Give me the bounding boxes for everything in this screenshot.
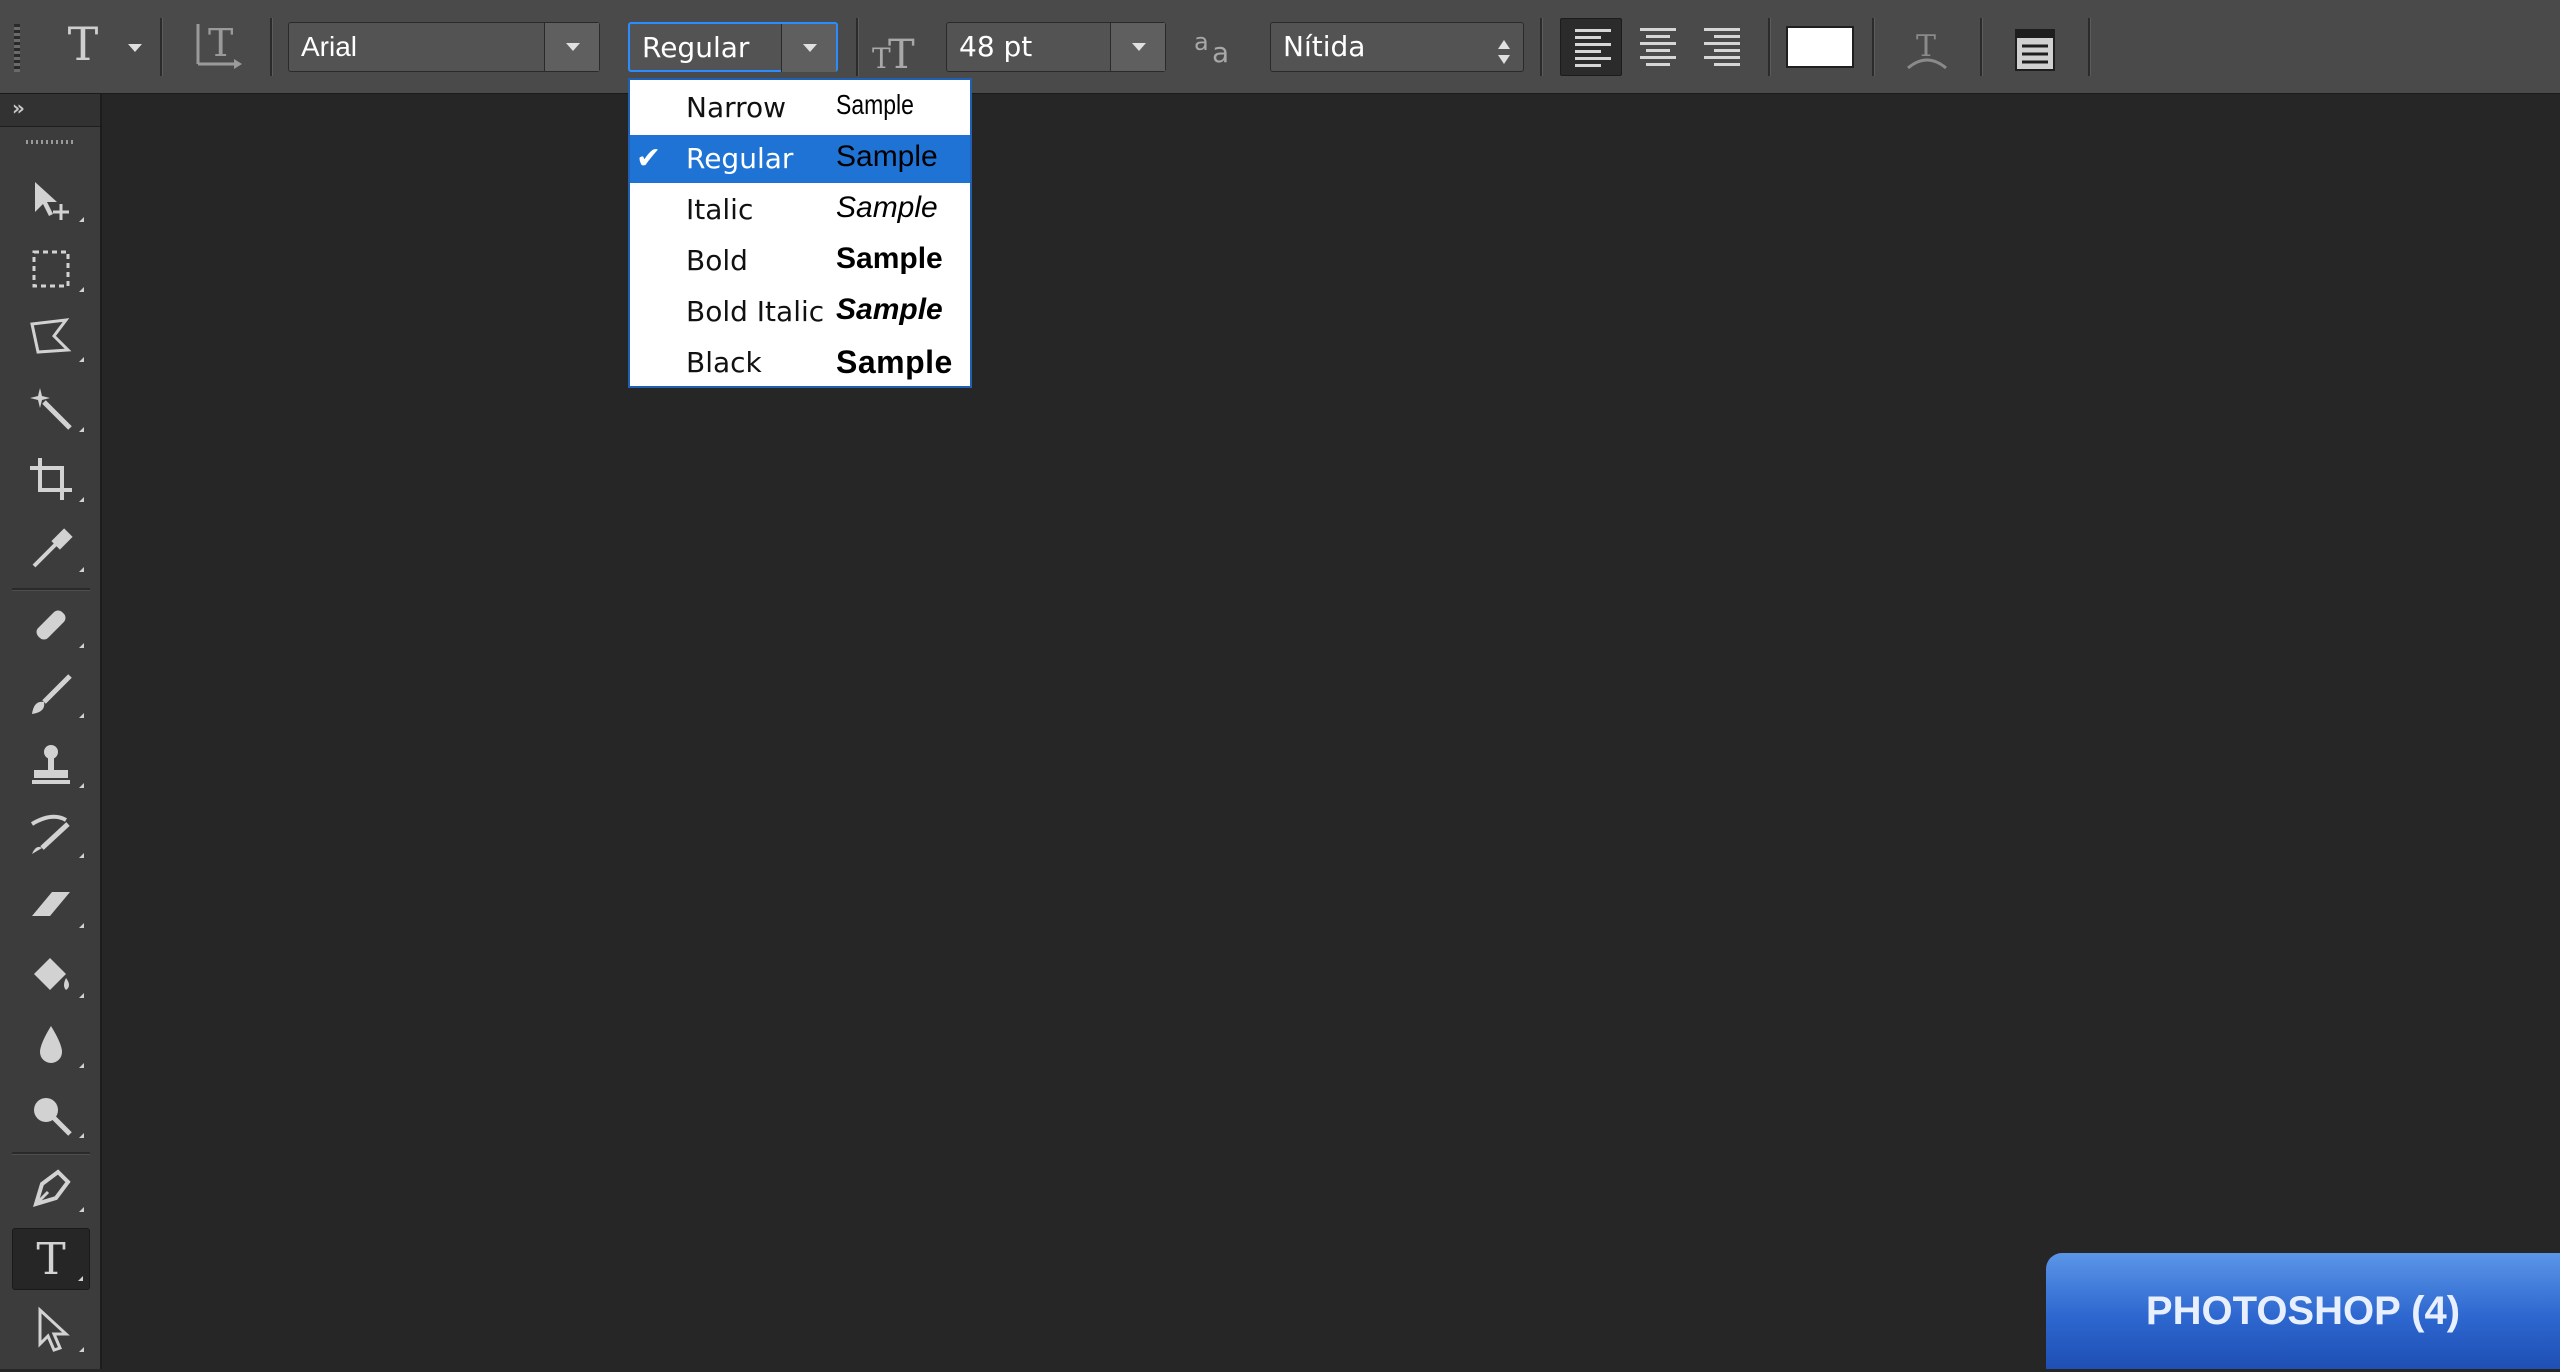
menu-item-sample: Sample [836, 242, 943, 275]
antialias-select[interactable]: Nítida [1270, 22, 1524, 72]
dodge-tool-icon[interactable] [12, 1084, 90, 1146]
brush-tool-icon[interactable] [12, 664, 90, 726]
separator [1540, 18, 1543, 76]
separator [2088, 18, 2091, 76]
history-brush-tool-icon[interactable] [12, 804, 90, 866]
path-selection-tool-icon[interactable] [12, 1298, 90, 1360]
menu-item-sample: Sample [836, 140, 938, 173]
pen-tool-icon[interactable] [12, 1158, 90, 1220]
title-badge: PHOTOSHOP (4) [2046, 1253, 2560, 1369]
svg-text:a: a [1194, 28, 1209, 56]
type-tool-icon[interactable]: T [58, 14, 108, 74]
font-style-menu: Narrow Sample ✔ Regular Sample Italic Sa… [628, 78, 972, 388]
menu-item-sample: Sample [836, 344, 953, 380]
separator [1980, 18, 1983, 76]
eyedropper-tool-icon[interactable] [12, 518, 90, 580]
chevron-down-icon[interactable] [781, 24, 836, 72]
separator [12, 1152, 90, 1155]
chevron-down-icon[interactable] [1110, 23, 1165, 71]
menu-item-bold[interactable]: Bold Sample [630, 237, 970, 285]
lasso-tool-icon[interactable] [12, 308, 90, 370]
tool-preset-chevron-down-icon[interactable] [128, 44, 142, 52]
menu-item-sample: Sample [836, 293, 943, 326]
menu-item-label: Italic [686, 193, 754, 226]
menu-item-label: Regular [686, 142, 794, 175]
warp-text-icon[interactable]: T [1900, 22, 1954, 76]
title-badge-text: PHOTOSHOP (4) [2145, 1289, 2461, 1333]
text-color-swatch[interactable] [1786, 26, 1854, 68]
character-panel-icon[interactable] [2010, 24, 2060, 74]
separator [160, 18, 163, 76]
menu-item-bold-italic[interactable]: Bold Italic Sample [630, 288, 970, 336]
clone-stamp-tool-icon[interactable] [12, 734, 90, 796]
menu-item-sample: Sample [836, 89, 914, 120]
chevron-down-icon[interactable] [544, 23, 599, 71]
move-tool-icon[interactable] [12, 168, 90, 230]
font-family-select[interactable]: Arial [288, 22, 600, 72]
up-down-arrows-icon [1497, 33, 1511, 64]
align-center-button[interactable] [1626, 18, 1688, 76]
align-right-button[interactable] [1690, 18, 1752, 76]
menu-item-label: Narrow [686, 91, 787, 124]
font-size-select[interactable]: 48 pt [946, 22, 1166, 72]
menu-item-black[interactable]: Black Sample [630, 339, 970, 387]
separator [856, 18, 859, 76]
type-tool-icon[interactable]: T [12, 1228, 90, 1290]
separator [12, 588, 90, 591]
antialias-icon: a a [1192, 24, 1242, 70]
alignment-group [1560, 18, 1756, 76]
eraser-tool-icon[interactable] [12, 874, 90, 936]
separator [1872, 18, 1875, 76]
menu-item-label: Bold [686, 244, 748, 277]
menu-item-narrow[interactable]: Narrow Sample [630, 84, 970, 132]
healing-brush-tool-icon[interactable] [12, 594, 90, 656]
separator [1768, 18, 1771, 76]
svg-text:a: a [1212, 36, 1229, 69]
paint-bucket-tool-icon[interactable] [12, 944, 90, 1006]
options-bar-grip[interactable] [14, 24, 20, 72]
tools-panel-grip[interactable] [26, 140, 76, 144]
checkmark-icon: ✔ [636, 141, 662, 176]
font-size-icon: T T [870, 22, 922, 78]
tools-panel: » T [0, 94, 102, 1369]
menu-item-label: Black [686, 346, 762, 379]
svg-text:T: T [888, 32, 915, 74]
magic-wand-tool-icon[interactable] [12, 378, 90, 440]
menu-item-regular[interactable]: ✔ Regular Sample [630, 135, 970, 183]
align-right-icon [1704, 28, 1740, 66]
text-orientation-icon[interactable]: T [190, 16, 246, 76]
menu-item-sample: Sample [836, 191, 938, 224]
menu-item-italic[interactable]: Italic Sample [630, 186, 970, 234]
align-center-icon [1640, 28, 1676, 66]
expand-panel-icon[interactable]: » [12, 96, 25, 120]
options-bar: T T Arial Regular T T 48 pt a a Nítida T [0, 0, 2560, 94]
svg-text:T: T [208, 21, 233, 65]
align-left-icon [1575, 29, 1611, 67]
align-left-button[interactable] [1560, 18, 1622, 76]
antialias-value: Nítida [1283, 30, 1366, 63]
menu-item-label: Bold Italic [686, 295, 825, 328]
separator [270, 18, 273, 76]
font-style-select[interactable]: Regular [628, 22, 838, 72]
blur-tool-icon[interactable] [12, 1014, 90, 1076]
tools-panel-header[interactable]: » [0, 94, 100, 127]
marquee-tool-icon[interactable] [12, 238, 90, 300]
canvas-area[interactable] [102, 94, 2560, 1369]
crop-tool-icon[interactable] [12, 448, 90, 510]
